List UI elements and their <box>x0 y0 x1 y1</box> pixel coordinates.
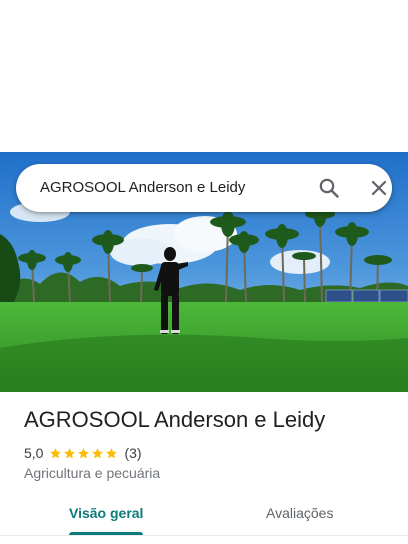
place-category[interactable]: Agricultura e pecuária <box>24 465 160 481</box>
tab-reviews[interactable]: Avaliações <box>266 500 333 540</box>
search-input[interactable]: AGROSOOL Anderson e Leidy <box>40 164 245 212</box>
tab-bar: Visão geral Avaliações <box>0 500 408 540</box>
search-icon[interactable] <box>317 176 341 200</box>
search-bar[interactable]: AGROSOOL Anderson e Leidy <box>16 164 392 212</box>
star-icon <box>106 447 118 458</box>
tab-divider <box>0 535 408 536</box>
place-sheet: AGROSOOL Anderson e Leidy AGROSOOL Ander… <box>0 0 408 544</box>
star-icon <box>64 447 76 458</box>
close-icon[interactable] <box>368 177 390 199</box>
place-title: AGROSOOL Anderson e Leidy <box>24 407 326 432</box>
star-icon <box>92 447 104 458</box>
star-icon <box>78 447 90 458</box>
review-count[interactable]: (3) <box>124 445 141 461</box>
rating-row[interactable]: 5,0 (3) <box>24 444 142 462</box>
rating-value: 5,0 <box>24 445 44 461</box>
star-icon <box>50 447 62 458</box>
star-rating <box>49 447 118 460</box>
